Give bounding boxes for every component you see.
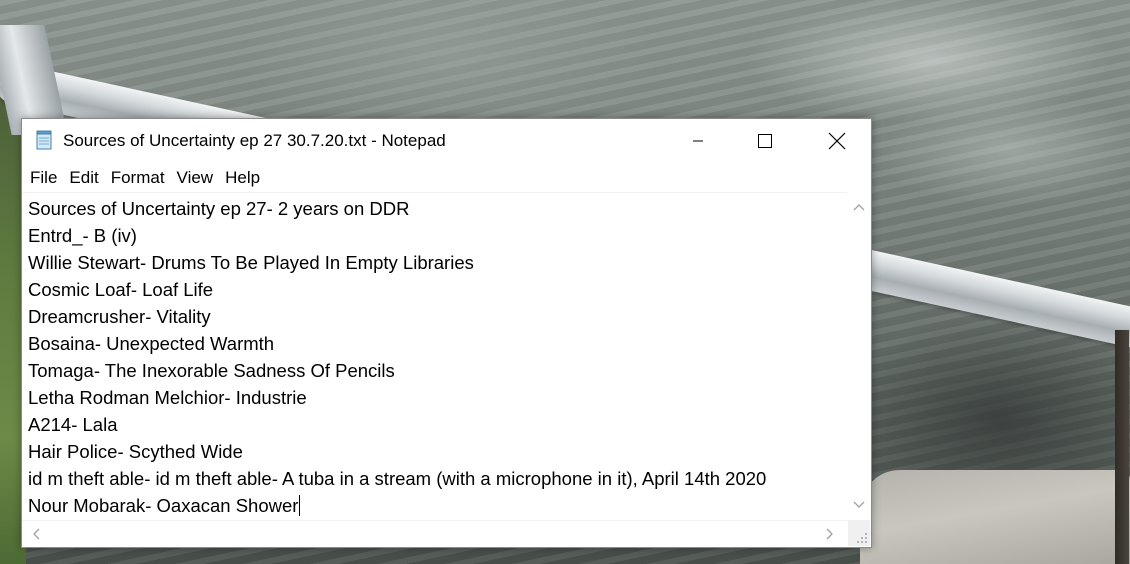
scroll-left-arrow[interactable]	[25, 524, 47, 544]
minimize-button[interactable]	[675, 119, 721, 163]
menu-help[interactable]: Help	[219, 165, 266, 191]
text-line: Letha Rodman Melchior- Industrie	[28, 387, 307, 408]
menu-view[interactable]: View	[171, 165, 220, 191]
vertical-scrollbar[interactable]	[848, 193, 870, 519]
resize-grip[interactable]	[848, 520, 870, 546]
editor-content: Sources of Uncertainty ep 27- 2 years on…	[28, 195, 766, 519]
text-line: Bosaina- Unexpected Warmth	[28, 333, 275, 354]
text-line: Cosmic Loaf- Loaf Life	[28, 279, 214, 300]
resize-grip-icon	[857, 533, 867, 543]
text-line: Sources of Uncertainty ep 27- 2 years on…	[28, 198, 410, 219]
wallpaper-rock	[860, 470, 1130, 564]
window-title: Sources of Uncertainty ep 27 30.7.20.txt…	[63, 131, 446, 150]
close-icon	[828, 132, 846, 150]
menu-edit[interactable]: Edit	[63, 165, 104, 191]
minimize-icon	[693, 140, 703, 142]
maximize-button[interactable]	[742, 119, 788, 163]
chevron-left-icon	[33, 528, 40, 540]
text-line: A214- Lala	[28, 414, 118, 435]
text-line: id m theft able- id m theft able- A tuba…	[28, 468, 767, 489]
menu-bar: File Edit Format View Help	[22, 165, 871, 191]
scroll-down-arrow[interactable]	[848, 495, 870, 515]
maximize-icon	[758, 134, 772, 148]
close-button[interactable]	[814, 119, 860, 163]
chevron-down-icon	[853, 501, 865, 508]
text-caret	[299, 495, 301, 516]
text-editor[interactable]: Sources of Uncertainty ep 27- 2 years on…	[22, 192, 847, 520]
chevron-up-icon	[853, 204, 865, 211]
text-line: Willie Stewart- Drums To Be Played In Em…	[28, 252, 474, 273]
chevron-right-icon	[826, 528, 833, 540]
menu-file[interactable]: File	[22, 165, 63, 191]
notepad-icon[interactable]	[34, 130, 54, 150]
text-line: Tomaga- The Inexorable Sadness Of Pencil…	[28, 360, 395, 381]
text-line: Entrd_- B (iv)	[28, 225, 137, 246]
last-line-text: Nour Mobarak- Oaxacan Shower	[28, 495, 299, 516]
scroll-right-arrow[interactable]	[819, 524, 841, 544]
wallpaper-stake	[1115, 330, 1129, 564]
horizontal-scrollbar[interactable]	[22, 520, 848, 547]
text-line: Hair Police- Scythed Wide	[28, 441, 243, 462]
notepad-window: Sources of Uncertainty ep 27 30.7.20.txt…	[21, 118, 872, 548]
text-line-last: Nour Mobarak- Oaxacan Shower	[28, 492, 766, 519]
menu-format[interactable]: Format	[105, 165, 171, 191]
title-bar[interactable]: Sources of Uncertainty ep 27 30.7.20.txt…	[22, 119, 871, 163]
scroll-up-arrow[interactable]	[848, 197, 870, 217]
text-line: Dreamcrusher- Vitality	[28, 306, 211, 327]
